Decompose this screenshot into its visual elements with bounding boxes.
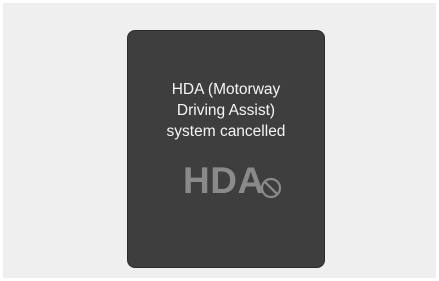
hda-indicator: HDA [183,161,289,201]
message-line-2: Driving Assist) [176,102,276,119]
message-line-3: system cancelled [166,123,286,140]
cancel-message: HDA (Motorway Driving Assist) system can… [128,79,324,142]
hda-label: HDA [183,160,265,201]
background-panel: HDA (Motorway Driving Assist) system can… [3,3,436,278]
prohibited-icon [260,177,281,199]
message-line-1: HDA (Motorway [171,81,281,98]
cluster-display: HDA (Motorway Driving Assist) system can… [128,31,324,267]
